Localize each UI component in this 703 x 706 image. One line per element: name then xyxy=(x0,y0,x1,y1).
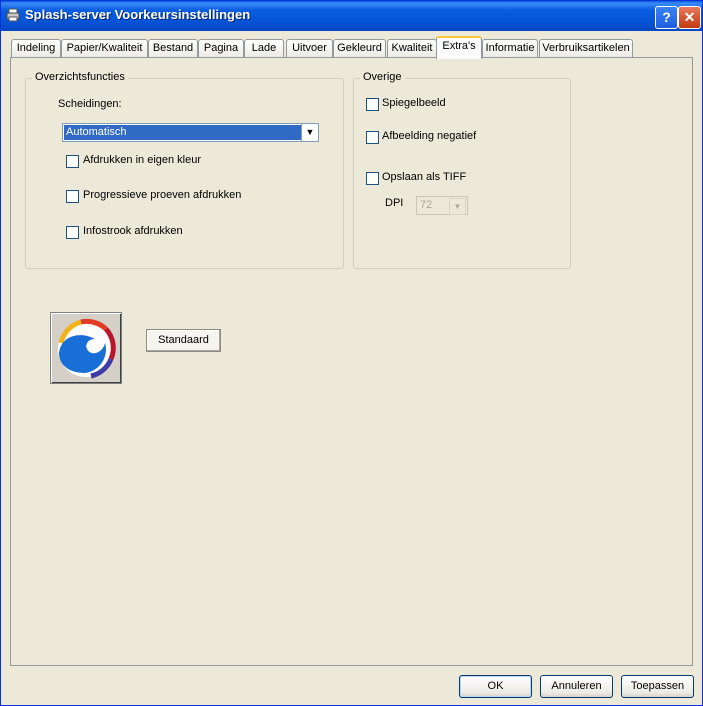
tab-informatie[interactable]: Informatie xyxy=(482,39,538,57)
apply-button[interactable]: Toepassen xyxy=(621,675,694,698)
checkbox-save-tiff[interactable] xyxy=(366,172,379,185)
other-group-label: Overige xyxy=(360,71,405,83)
dpi-value: 72 xyxy=(420,199,433,211)
tab-verbruiksartikelen[interactable]: Verbruiksartikelen xyxy=(539,39,633,57)
cancel-button[interactable]: Annuleren xyxy=(540,675,613,698)
dpi-select[interactable]: 72 ▼ xyxy=(416,196,468,215)
tab-extras[interactable]: Extra's xyxy=(436,36,482,59)
tab-bestand[interactable]: Bestand xyxy=(148,39,198,57)
standard-button[interactable]: Standaard xyxy=(146,329,221,352)
checkbox-label: Afbeelding negatief xyxy=(382,130,477,142)
tab-uitvoer[interactable]: Uitvoer xyxy=(286,39,333,57)
overview-group-label: Overzichtsfuncties xyxy=(32,71,128,83)
tab-indeling[interactable]: Indeling xyxy=(11,39,61,57)
checkbox-info-strip[interactable] xyxy=(66,226,79,239)
tab-kwaliteit[interactable]: Kwaliteit xyxy=(387,39,437,57)
tab-panel-extras: Overzichtsfuncties Scheidingen: Automati… xyxy=(10,57,693,666)
separations-label: Scheidingen: xyxy=(58,98,122,110)
splash-logo xyxy=(50,312,122,384)
checkbox-mirror[interactable] xyxy=(366,98,379,111)
separations-select[interactable]: Automatisch ▼ xyxy=(62,123,319,142)
checkbox-label: Infostrook afdrukken xyxy=(83,225,183,237)
tab-lade[interactable]: Lade xyxy=(244,39,284,57)
tab-papier-kwaliteit[interactable]: Papier/Kwaliteit xyxy=(61,39,148,57)
close-button[interactable]: ✕ xyxy=(678,6,701,29)
checkbox-label: Progressieve proeven afdrukken xyxy=(83,189,242,201)
chevron-down-icon: ▼ xyxy=(449,198,466,215)
tab-gekleurd[interactable]: Gekleurd xyxy=(333,39,386,57)
checkbox-progressive-proofs[interactable] xyxy=(66,190,79,203)
checkbox-print-in-own-color[interactable] xyxy=(66,155,79,168)
checkbox-label: Opslaan als TIFF xyxy=(382,171,467,183)
dialog-window: Splash-server Voorkeursinstellingen ? ✕ … xyxy=(0,0,703,706)
printer-icon xyxy=(6,8,20,22)
separations-value: Automatisch xyxy=(64,125,301,140)
checkbox-label: Afdrukken in eigen kleur xyxy=(83,154,202,166)
title-bar[interactable]: Splash-server Voorkeursinstellingen ? ✕ xyxy=(1,1,702,31)
help-button[interactable]: ? xyxy=(655,6,678,29)
checkbox-negative[interactable] xyxy=(366,131,379,144)
chevron-down-icon[interactable]: ▼ xyxy=(301,124,318,141)
window-title: Splash-server Voorkeursinstellingen xyxy=(25,7,251,22)
tab-pagina[interactable]: Pagina xyxy=(198,39,244,57)
ok-button[interactable]: OK xyxy=(459,675,532,698)
checkbox-label: Spiegelbeeld xyxy=(382,97,446,109)
splash-wave-icon xyxy=(58,318,116,379)
dpi-label: DPI xyxy=(385,197,404,209)
